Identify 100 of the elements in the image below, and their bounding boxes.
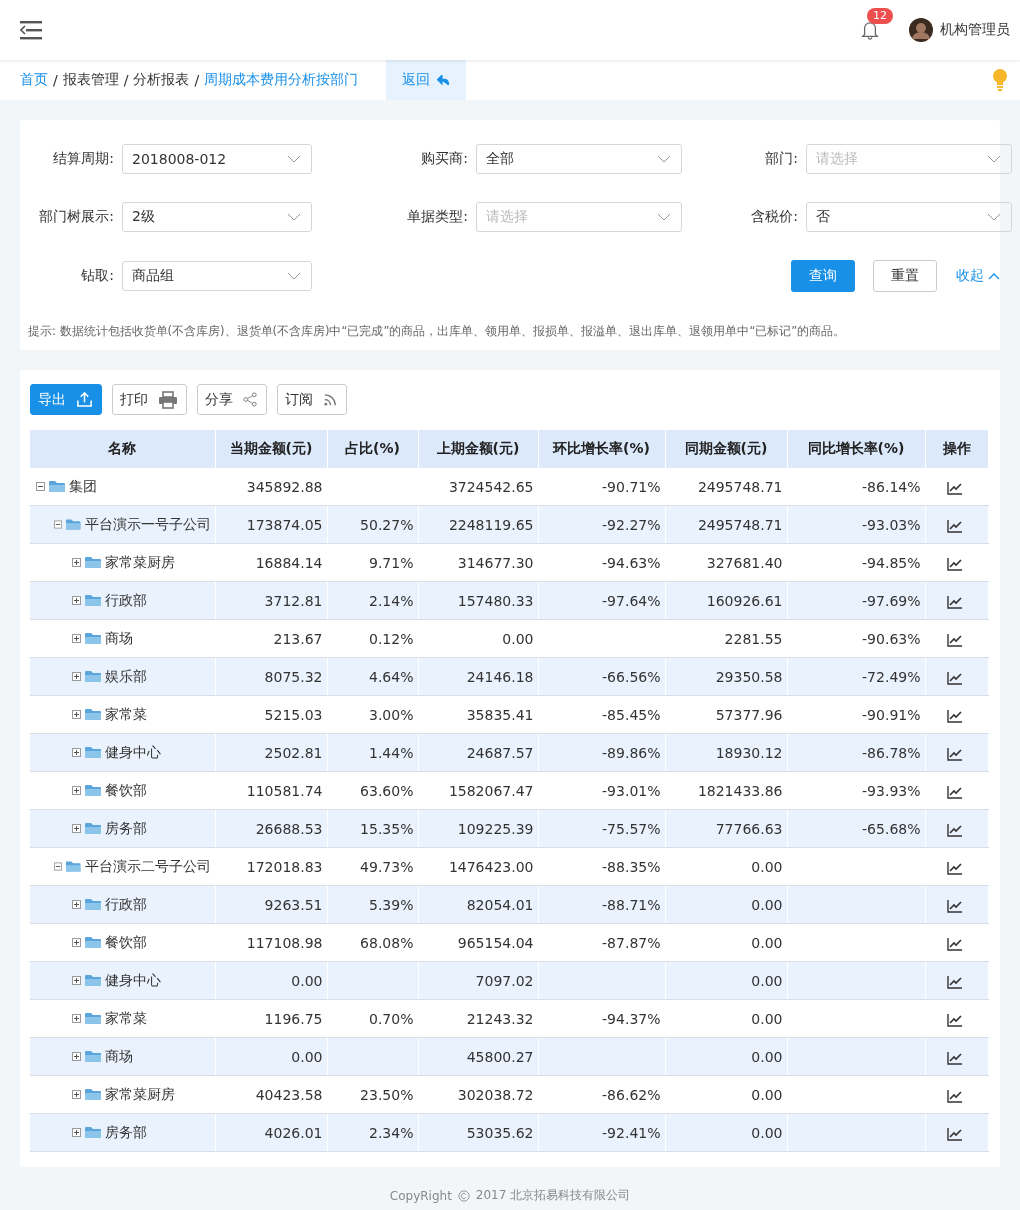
row-name: 家常菜厨房 <box>105 1085 175 1104</box>
expand-toggle-icon[interactable] <box>72 1014 81 1023</box>
bell-icon[interactable] <box>861 20 879 40</box>
table-cell: 35835.41 <box>466 706 534 723</box>
expand-toggle-icon[interactable] <box>72 1128 81 1137</box>
hint-text: 提示: 数据统计包括收货单(不含库房)、退货单(不含库房)中“已完成”的商品，出库单、领用单、报损单、报溢单、退出库单、退领用单中“已标记”的商品。 <box>28 324 847 339</box>
select-field[interactable]: 否 <box>806 202 1012 232</box>
trend-chart-icon[interactable] <box>946 860 963 875</box>
table-cell: 2.14% <box>369 592 414 609</box>
row-name: 平台演示一号子公司 <box>84 515 211 534</box>
expand-toggle-icon[interactable] <box>72 634 81 643</box>
table-cell: 173874.05 <box>246 516 323 533</box>
folder-icon <box>85 936 101 949</box>
expand-toggle-icon[interactable] <box>54 862 63 871</box>
trend-chart-icon[interactable] <box>946 1126 963 1141</box>
expand-toggle-icon[interactable] <box>36 482 45 491</box>
print-button[interactable]: 打印 <box>112 384 187 415</box>
share-icon <box>243 392 258 407</box>
expand-toggle-icon[interactable] <box>72 900 81 909</box>
trend-chart-icon[interactable] <box>946 480 963 495</box>
row-name: 行政部 <box>105 591 147 610</box>
expand-toggle-icon[interactable] <box>72 938 81 947</box>
select-field[interactable]: 2018008-012 <box>122 144 312 174</box>
folder-icon <box>85 746 101 759</box>
trend-chart-icon[interactable] <box>946 936 963 951</box>
column-header: 环比增长率(%) <box>538 430 665 468</box>
expand-toggle-icon[interactable] <box>72 1090 81 1099</box>
table-cell: -86.78% <box>862 744 921 761</box>
table-cell: 26688.53 <box>255 820 323 837</box>
printer-icon <box>158 390 178 409</box>
trend-chart-icon[interactable] <box>946 784 963 799</box>
expand-toggle-icon[interactable] <box>72 976 81 985</box>
row-name: 健身中心 <box>105 971 161 990</box>
breadcrumb-item: 分析报表 <box>133 71 190 89</box>
select-field[interactable]: 2级 <box>122 202 312 232</box>
upload-icon <box>76 391 93 408</box>
trend-chart-icon[interactable] <box>946 974 963 989</box>
user-name[interactable]: 机构管理员 <box>940 21 1010 39</box>
trend-chart-icon[interactable] <box>946 1050 963 1065</box>
table-cell: -94.63% <box>602 554 661 571</box>
select-field[interactable]: 全部 <box>476 144 682 174</box>
row-name: 餐饮部 <box>105 933 147 952</box>
table-cell: 2495748.71 <box>697 478 783 495</box>
trend-chart-icon[interactable] <box>946 1012 963 1027</box>
folder-icon <box>85 594 101 607</box>
expand-toggle-icon[interactable] <box>72 748 81 757</box>
filter-label: 部门树展示: <box>38 208 115 226</box>
column-header: 同比增长率(%) <box>787 430 925 468</box>
row-name: 房务部 <box>105 1123 147 1142</box>
table-cell: 1476423.00 <box>448 858 534 875</box>
table-cell: 63.60% <box>360 782 414 799</box>
expand-toggle-icon[interactable] <box>72 1052 81 1061</box>
breadcrumb-separator: / <box>53 72 58 88</box>
table-cell: 2495748.71 <box>697 516 783 533</box>
avatar-icon[interactable] <box>909 18 933 42</box>
expand-toggle-icon[interactable] <box>72 596 81 605</box>
table-cell: 345892.88 <box>246 478 323 495</box>
table-cell: 57377.96 <box>715 706 783 723</box>
expand-toggle-icon[interactable] <box>72 710 81 719</box>
trend-chart-icon[interactable] <box>946 898 963 913</box>
table-cell: 2502.81 <box>264 744 323 761</box>
trend-chart-icon[interactable] <box>946 1088 963 1103</box>
expand-toggle-icon[interactable] <box>72 672 81 681</box>
expand-toggle-icon[interactable] <box>72 558 81 567</box>
collapse-link[interactable]: 收起 <box>956 267 1000 285</box>
table-cell: 0.00 <box>751 1048 783 1065</box>
expand-toggle-icon[interactable] <box>72 824 81 833</box>
table-cell: 0.00 <box>291 972 323 989</box>
table-cell: 0.00 <box>751 1086 783 1103</box>
share-button[interactable]: 分享 <box>197 384 267 415</box>
table-cell: 1196.75 <box>264 1010 323 1027</box>
subscribe-button[interactable]: 订阅 <box>277 384 347 415</box>
table-cell: -93.03% <box>862 516 921 533</box>
breadcrumb-item[interactable]: 首页 <box>20 71 48 89</box>
trend-chart-icon[interactable] <box>946 822 963 837</box>
trend-chart-icon[interactable] <box>946 632 963 647</box>
trend-chart-icon[interactable] <box>946 556 963 571</box>
trend-chart-icon[interactable] <box>946 746 963 761</box>
table-cell: -66.56% <box>602 668 661 685</box>
table-cell: 3724542.65 <box>448 478 534 495</box>
table-cell: 0.12% <box>369 630 414 647</box>
table-cell: 0.00 <box>502 630 534 647</box>
table-cell: 82054.01 <box>466 896 534 913</box>
expand-toggle-icon[interactable] <box>54 520 63 529</box>
reset-button[interactable]: 重置 <box>873 260 937 292</box>
select-field[interactable]: 商品组 <box>122 261 312 291</box>
folder-icon <box>66 518 81 531</box>
row-name: 家常菜 <box>105 1009 147 1028</box>
table-cell: -75.57% <box>602 820 661 837</box>
breadcrumb-separator: / <box>123 72 129 88</box>
expand-toggle-icon[interactable] <box>72 786 81 795</box>
table-cell: 24687.57 <box>466 744 534 761</box>
trend-chart-icon[interactable] <box>946 670 963 685</box>
table-cell: 2.34% <box>369 1124 414 1141</box>
trend-chart-icon[interactable] <box>946 594 963 609</box>
breadcrumb-item[interactable]: 周期成本费用分析按部门 <box>204 71 359 89</box>
trend-chart-icon[interactable] <box>946 518 963 533</box>
menu-icon[interactable] <box>20 20 42 40</box>
trend-chart-icon[interactable] <box>946 708 963 723</box>
filter-label: 结算周期: <box>52 150 115 168</box>
